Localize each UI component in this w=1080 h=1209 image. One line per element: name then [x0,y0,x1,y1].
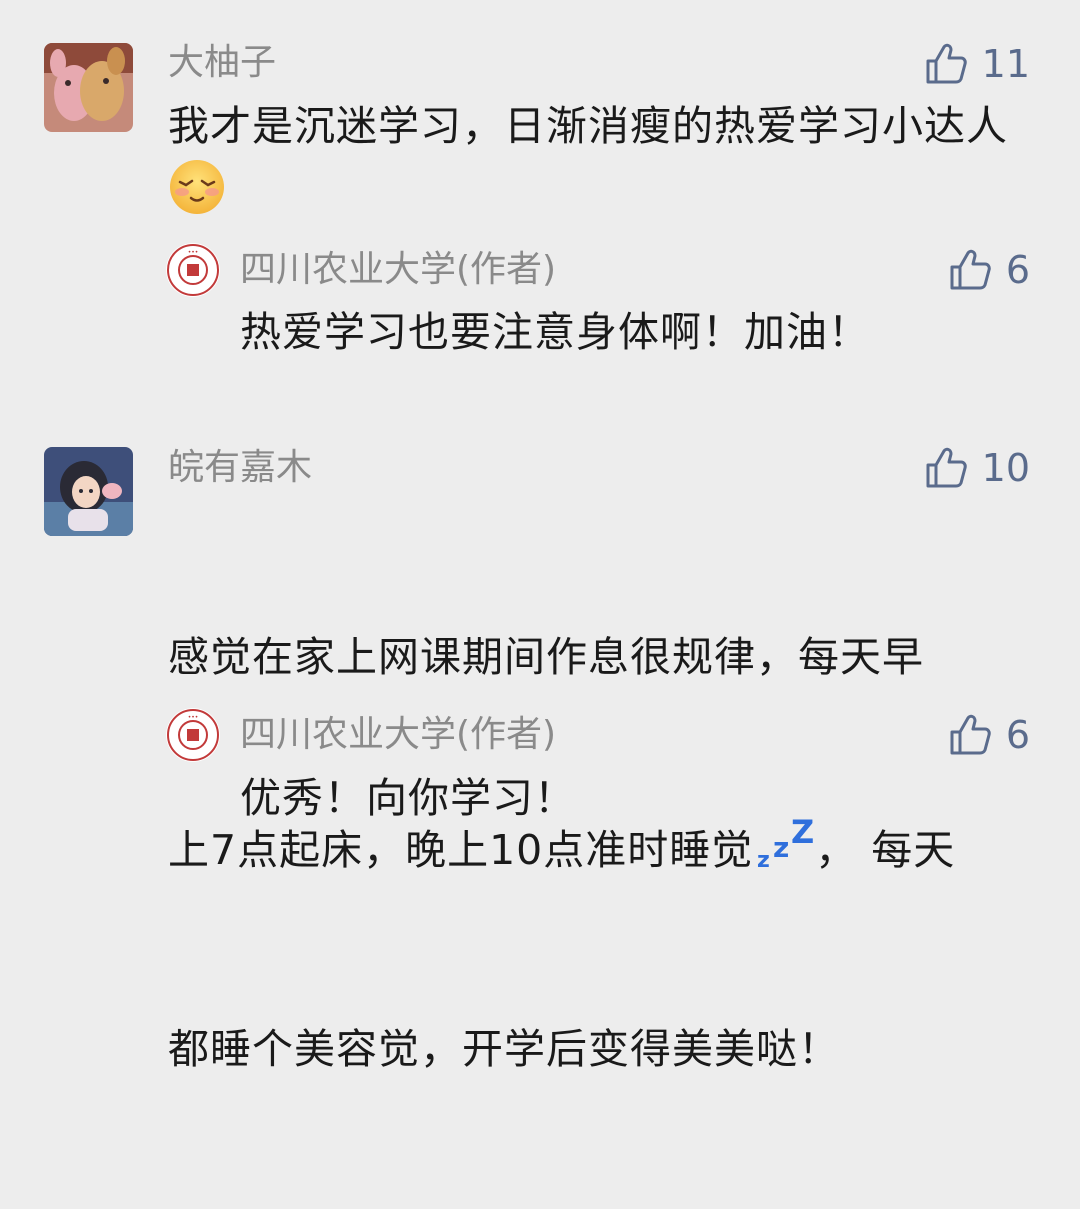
like-button[interactable]: 10 [924,446,1030,490]
reply-avatar[interactable]: ••• [166,708,220,762]
reply-author[interactable]: 四川农业大学(作者) [240,252,556,288]
comment-text: 我才是沉迷学习，日渐消瘦的热爱学习小达人 [168,94,1038,234]
svg-text:z: z [773,831,790,864]
like-count: 11 [981,42,1030,86]
avatar[interactable] [44,43,133,132]
reply-like-button[interactable]: 6 [948,713,1030,757]
comment-author[interactable]: 皖有嘉木 [168,450,312,486]
thumbs-up-icon [926,43,967,84]
like-count: 10 [981,446,1030,490]
like-count: 6 [1005,713,1030,757]
thumbs-up-icon [926,447,967,488]
svg-text:•••: ••• [188,249,199,256]
thumbs-up-icon [950,714,991,755]
thumbs-up-icon [950,249,991,290]
shy-smile-emoji-icon [168,158,226,234]
avatar[interactable] [44,447,133,536]
like-count: 6 [1005,248,1030,292]
reply-like-button[interactable]: 6 [948,248,1030,292]
svg-text:z: z [757,848,771,871]
reply-author[interactable]: 四川农业大学(作者) [240,717,556,753]
like-button[interactable]: 11 [924,42,1030,86]
comment-text-line: 感觉在家上网课期间作息很规律，每天早 [168,633,924,681]
reply-text: 热爱学习也要注意身体啊！加油！ [240,308,870,356]
comment-text-body: 我才是沉迷学习，日渐消瘦的热爱学习小达人 [168,102,1008,150]
comment-author[interactable]: 大柚子 [168,45,276,81]
comment-text-segment: 上7点起床，晚上10点准时睡觉 [168,826,754,874]
comment-text: 感觉在家上网课期间作息很规律，每天早 上7点起床，晚上10点准时睡觉 z z Z… [168,497,1038,1209]
svg-text:•••: ••• [188,714,199,721]
comment-text-segment: ， 每天 [815,826,956,874]
comment-text-line: 都睡个美容觉，开学后变得美美哒！ [168,1025,840,1073]
reply-avatar[interactable]: ••• [166,243,220,297]
reply-text: 优秀！向你学习！ [240,774,576,822]
